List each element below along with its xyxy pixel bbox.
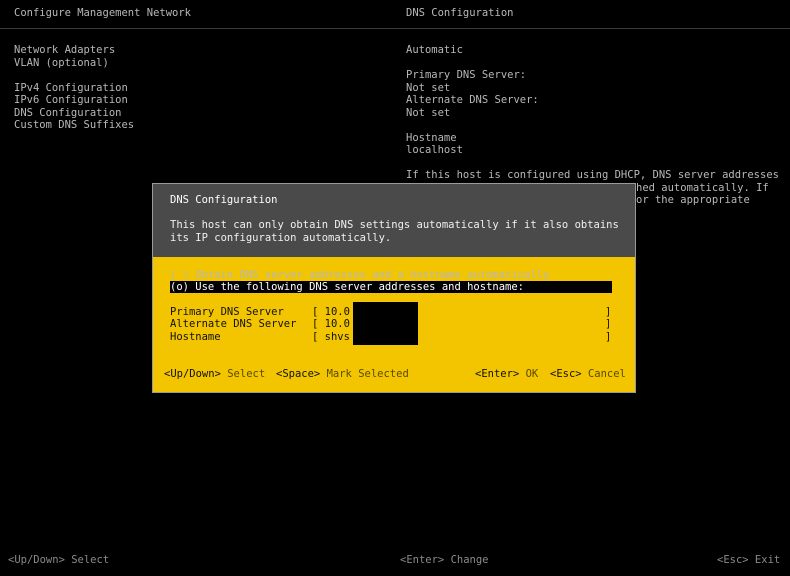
alternate-dns-bracket: ] bbox=[605, 318, 612, 330]
radio-obtain-automatically[interactable]: ( ) Obtain DNS server addresses and a ho… bbox=[170, 269, 549, 282]
dialog-message: This host can only obtain DNS settings a… bbox=[170, 219, 619, 244]
header-divider bbox=[0, 28, 790, 29]
hostname-input[interactable]: [ shvs bbox=[312, 331, 350, 344]
cancel-button[interactable]: <Esc> Cancel bbox=[550, 368, 626, 381]
hostname-field-label: Hostname bbox=[170, 331, 221, 343]
footer-hint-select: <Up/Down> Select bbox=[8, 554, 110, 566]
dialog-message-line1: This host can only obtain DNS settings a… bbox=[170, 219, 619, 231]
dialog-title: DNS Configuration bbox=[170, 194, 278, 206]
dns-mode: Automatic bbox=[406, 44, 463, 56]
alternate-dns-input[interactable]: [ 10.0 bbox=[312, 318, 350, 331]
info-text-line1: If this host is configured using DHCP, D… bbox=[406, 169, 779, 181]
menu-item-ipv4[interactable]: IPv4 Configuration bbox=[14, 82, 134, 95]
primary-dns-input[interactable]: [ 10.0 bbox=[312, 306, 350, 319]
redaction-block bbox=[353, 302, 418, 345]
dns-config-dialog: DNS Configuration This host can only obt… bbox=[152, 183, 636, 393]
primary-dns-value: Not set bbox=[406, 81, 451, 94]
key-hint-space: <Space> Mark Selected bbox=[276, 368, 409, 380]
hostname-bracket: ] bbox=[605, 331, 612, 343]
menu-item-network-adapters[interactable]: Network Adapters bbox=[14, 44, 134, 57]
hostname-label: Hostname bbox=[406, 131, 457, 144]
hostname-value: localhost bbox=[406, 144, 463, 156]
menu-item-dns[interactable]: DNS Configuration bbox=[14, 107, 134, 120]
key-hint-updown: <Up/Down> Select bbox=[164, 368, 266, 380]
menu-item-dns-suffixes[interactable]: Custom DNS Suffixes bbox=[14, 119, 134, 132]
dialog-message-line2: its IP configuration automatically. bbox=[170, 231, 392, 244]
radio-use-following[interactable]: (o) Use the following DNS server address… bbox=[170, 281, 612, 293]
footer-hint-exit: <Esc> Exit bbox=[717, 554, 781, 566]
config-menu: Network Adapters VLAN (optional) IPv4 Co… bbox=[14, 44, 134, 132]
menu-item-ipv6[interactable]: IPv6 Configuration bbox=[14, 94, 134, 107]
menu-item-vlan[interactable]: VLAN (optional) bbox=[14, 57, 134, 70]
primary-dns-field-label: Primary DNS Server bbox=[170, 306, 284, 318]
primary-dns-label: Primary DNS Server: bbox=[406, 69, 527, 81]
alternate-dns-field-label: Alternate DNS Server bbox=[170, 318, 297, 330]
primary-dns-bracket: ] bbox=[605, 306, 612, 318]
footer-hint-change: <Enter> Change bbox=[400, 554, 489, 566]
screen-title: Configure Management Network bbox=[14, 7, 192, 19]
ok-button[interactable]: <Enter> OK bbox=[475, 368, 538, 381]
alternate-dns-value: Not set bbox=[406, 106, 451, 119]
alternate-dns-label: Alternate DNS Server: bbox=[406, 94, 539, 106]
dialog-header: DNS Configuration This host can only obt… bbox=[153, 184, 635, 257]
panel-title: DNS Configuration bbox=[406, 7, 514, 19]
